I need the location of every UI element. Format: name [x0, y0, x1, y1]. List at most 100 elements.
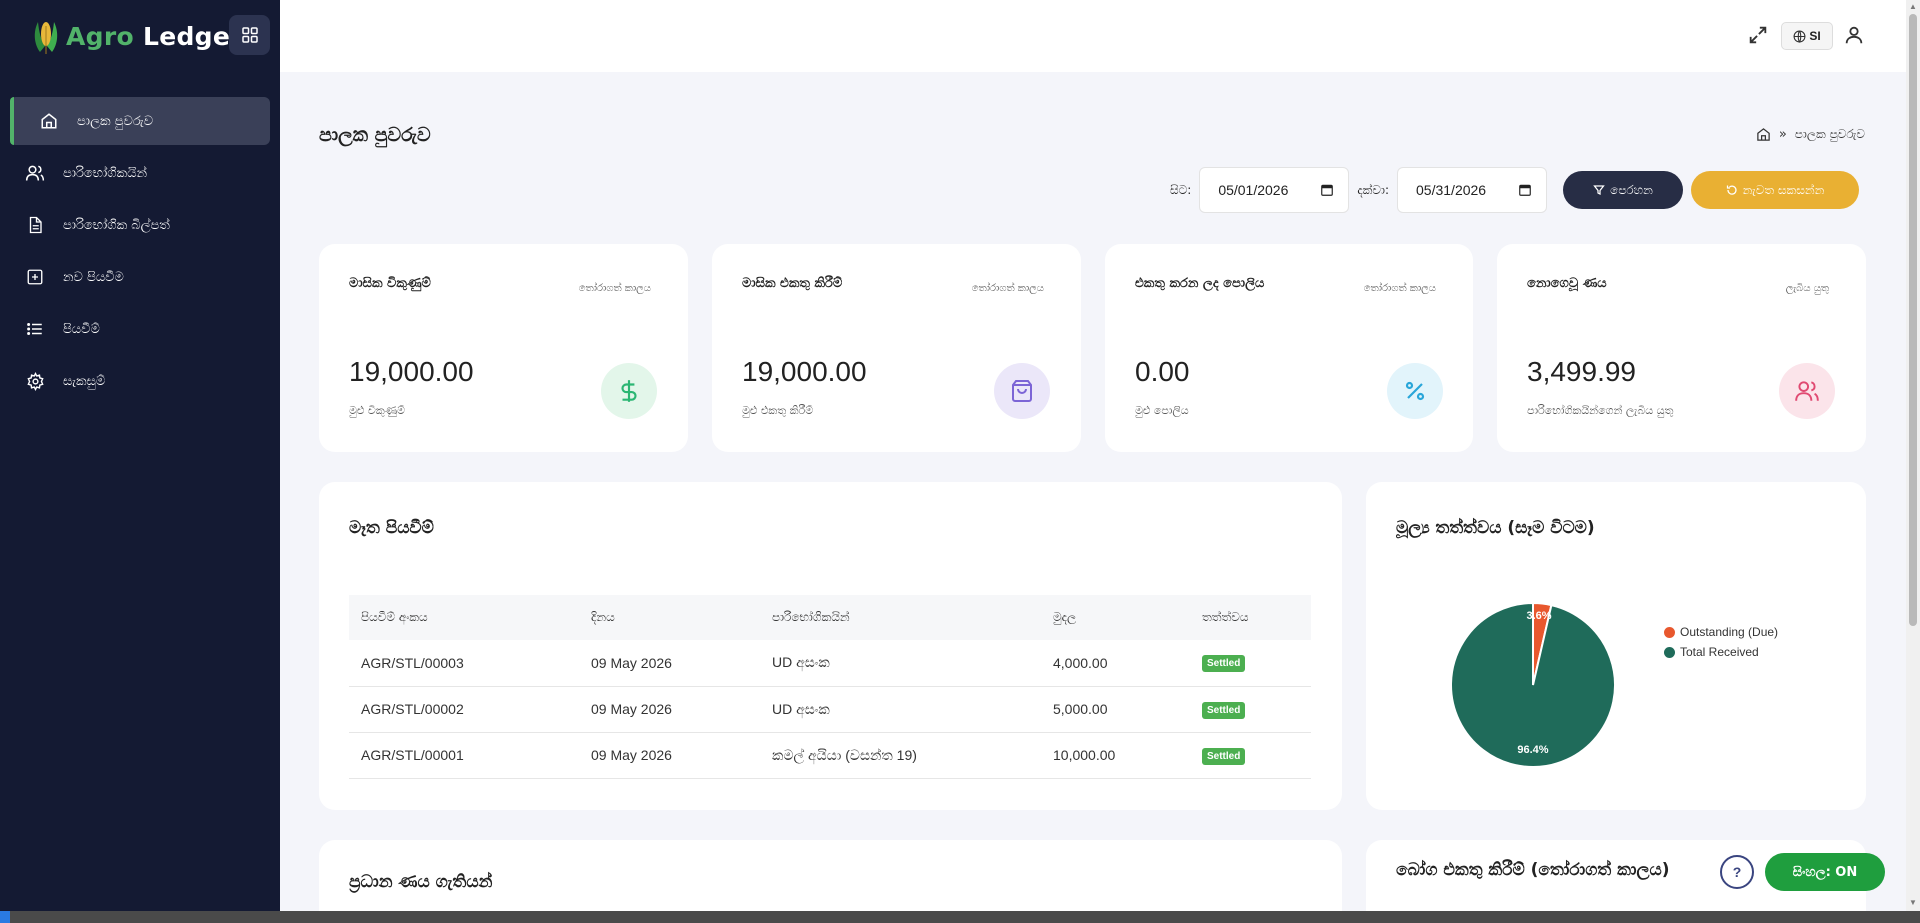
recent-settlements-table: පියවීම් අංකය දිනය පාරිභෝගිකයින් මුදල තත්… [349, 595, 1311, 779]
legend-label: Outstanding (Due) [1680, 625, 1779, 639]
settlement-customer: කමල් අයියා (වසන්ත 19) [760, 732, 1041, 779]
sinhala-toggle-button[interactable]: සිංහල: ON [1765, 853, 1885, 891]
stat-card-monthly-sales: මාසික විකුණුම් තෝරාගත් කාලය 19,000.00 මු… [319, 244, 688, 452]
to-date-value: 05/31/2026 [1416, 182, 1487, 198]
refresh-icon [1726, 185, 1737, 195]
scroll-down-arrow-icon[interactable]: ▼ [1909, 898, 1917, 907]
gear-icon [25, 371, 45, 391]
sidebar-item-label: පාලක පුවරුව [77, 113, 154, 129]
users-icon [25, 163, 45, 183]
sidebar-item-settings[interactable]: සැකසුම් [10, 357, 270, 405]
settlement-date: 09 May 2026 [579, 686, 760, 733]
card-title: මූල්‍ය තත්ත්වය (සෑම විටම) [1396, 518, 1595, 538]
column-header: පාරිභෝගිකයින් [760, 595, 1041, 640]
settlement-number: AGR/STL/00001 [349, 732, 579, 779]
table-row[interactable]: AGR/STL/00001 09 May 2026 කමල් අයියා (වස… [349, 732, 1311, 779]
topbar: SI [280, 0, 1906, 72]
settlement-amount: 10,000.00 [1041, 732, 1190, 779]
legend-item[interactable]: Total Received [1664, 642, 1778, 662]
stat-value: 3,499.99 [1527, 356, 1636, 387]
table-row[interactable]: AGR/STL/00002 09 May 2026 UD අසංක 5,000.… [349, 686, 1311, 733]
stat-tag: ලැබිය යුතු [1785, 283, 1829, 294]
sidebar-item-new-settlement[interactable]: නව පියවීම [10, 253, 270, 301]
breadcrumb: » පාලක පුවරුව [1756, 127, 1865, 142]
sidebar-item-settlements[interactable]: පියවීම් [10, 305, 270, 353]
pie-slice-1[interactable] [1450, 601, 1616, 768]
sidebar-item-customers[interactable]: පාරිභෝගිකයින් [10, 149, 270, 197]
financial-status-pie-chart: 3.6% 96.4% [1450, 601, 1616, 768]
sidebar-item-dashboard[interactable]: පාලක පුවරුව [10, 97, 270, 145]
scrollbar-thumb[interactable] [1909, 14, 1917, 626]
table-row[interactable]: AGR/STL/00003 09 May 2026 UD අසංක 4,000.… [349, 640, 1311, 687]
pie-value-label-0: 3.6% [1526, 610, 1551, 622]
settlement-amount: 4,000.00 [1041, 640, 1190, 687]
sidebar-item-label: නව පියවීම [63, 269, 124, 285]
card-title: බෝග එකතු කිරීම් (තෝරාගත් කාලය) [1396, 860, 1670, 880]
settlement-date: 09 May 2026 [579, 732, 760, 779]
language-switcher[interactable]: SI [1781, 22, 1833, 50]
filter-button[interactable]: පෙරහන [1563, 171, 1684, 209]
status-cell: Settled [1190, 732, 1311, 779]
legend-item[interactable]: Outstanding (Due) [1664, 622, 1778, 642]
settlement-number: AGR/STL/00002 [349, 686, 579, 733]
user-profile-icon[interactable] [1843, 24, 1865, 46]
stat-title: මාසික එකතු කිරීම් [742, 276, 843, 291]
corn-logo-icon [34, 22, 58, 54]
stat-subtitle: මුළු පොලිය [1135, 404, 1189, 417]
from-date-value: 05/01/2026 [1218, 182, 1289, 198]
stat-card-monthly-collections: මාසික එකතු කිරීම් තෝරාගත් කාලය 19,000.00… [712, 244, 1081, 452]
status-cell: Settled [1190, 686, 1311, 733]
from-date-label: සිට: [1170, 182, 1192, 197]
home-icon[interactable] [1756, 127, 1771, 142]
filter-button-label: පෙරහන [1610, 182, 1653, 197]
financial-status-card: මූල්‍ය තත්ත්වය (සෑම විටම) 3.6% 96.4% Outs… [1366, 482, 1866, 810]
scroll-up-arrow-icon[interactable]: ▲ [1909, 2, 1917, 11]
column-header: තත්ත්වය [1190, 595, 1311, 640]
calendar-icon[interactable] [1320, 183, 1334, 197]
reset-button[interactable]: නැවත සකසන්න [1691, 171, 1860, 209]
globe-icon [1793, 30, 1806, 43]
stat-card-outstanding: නොගෙවූ ණය ලැබිය යුතු 3,499.99 පාරිභෝගිකය… [1497, 244, 1866, 452]
stat-title: නොගෙවූ ණය [1527, 276, 1607, 291]
to-date-input[interactable]: 05/31/2026 [1397, 167, 1548, 213]
to-date-label: දක්වා: [1357, 182, 1390, 197]
brand-name-agro: Agro [66, 21, 134, 51]
stat-subtitle: පාරිභෝගිකයින්ගෙන් ලැබිය යුතු [1527, 404, 1674, 417]
stat-subtitle: මුළු එකතු කිරීම් [742, 404, 814, 417]
help-button[interactable]: ? [1720, 855, 1754, 889]
stat-value: 19,000.00 [349, 356, 474, 387]
pie-value-label-1: 96.4% [1517, 744, 1548, 756]
from-date-input[interactable]: 05/01/2026 [1199, 167, 1350, 213]
card-title: ප්‍රධාන ණය ගැතියන් [349, 872, 493, 892]
legend-label: Total Received [1680, 645, 1759, 659]
stat-tag: තෝරාගත් කාලය [1363, 283, 1436, 294]
status-badge: Settled [1202, 747, 1246, 765]
document-icon [25, 215, 45, 235]
sidebar-item-customer-bills[interactable]: පාරිභෝගික බිල්පත් [10, 201, 270, 249]
stat-title: එකතු කරන ලද පොලිය [1135, 276, 1265, 291]
table-header-row: පියවීම් අංකය දිනය පාරිභෝගිකයින් මුදල තත්… [349, 595, 1311, 640]
stat-subtitle: මුළු විකුණුම් [349, 404, 405, 417]
list-icon [25, 319, 45, 339]
apps-grid-button[interactable] [229, 15, 270, 55]
settlement-number: AGR/STL/00003 [349, 640, 579, 687]
date-filter: සිට: 05/01/2026 දක්වා: 05/31/2026 පෙරහන … [1170, 167, 1860, 213]
grid-icon [241, 27, 258, 43]
users-icon [1779, 363, 1835, 419]
language-code: SI [1809, 29, 1821, 43]
sidebar-item-label: පියවීම් [63, 321, 100, 337]
stat-tag: තෝරාගත් කාලය [971, 283, 1044, 294]
breadcrumb-current: පාලක පුවරුව [1794, 127, 1865, 141]
sidebar-item-label: පාරිභෝගික බිල්පත් [63, 217, 170, 233]
brand-name-ledger: Ledger [142, 21, 243, 51]
horizontal-scrollbar [0, 911, 1920, 923]
card-title: මෑත පියවීම් [349, 518, 434, 538]
reset-button-label: නැවත සකසන්න [1742, 182, 1825, 197]
chart-legend: Outstanding (Due) Total Received [1664, 622, 1778, 662]
breadcrumb-separator: » [1778, 127, 1787, 142]
fullscreen-icon[interactable] [1747, 24, 1769, 46]
column-header: දිනය [579, 595, 760, 640]
stat-value: 19,000.00 [742, 356, 867, 387]
calendar-icon[interactable] [1518, 183, 1532, 197]
vertical-scrollbar[interactable]: ▲ ▼ [1906, 0, 1920, 911]
